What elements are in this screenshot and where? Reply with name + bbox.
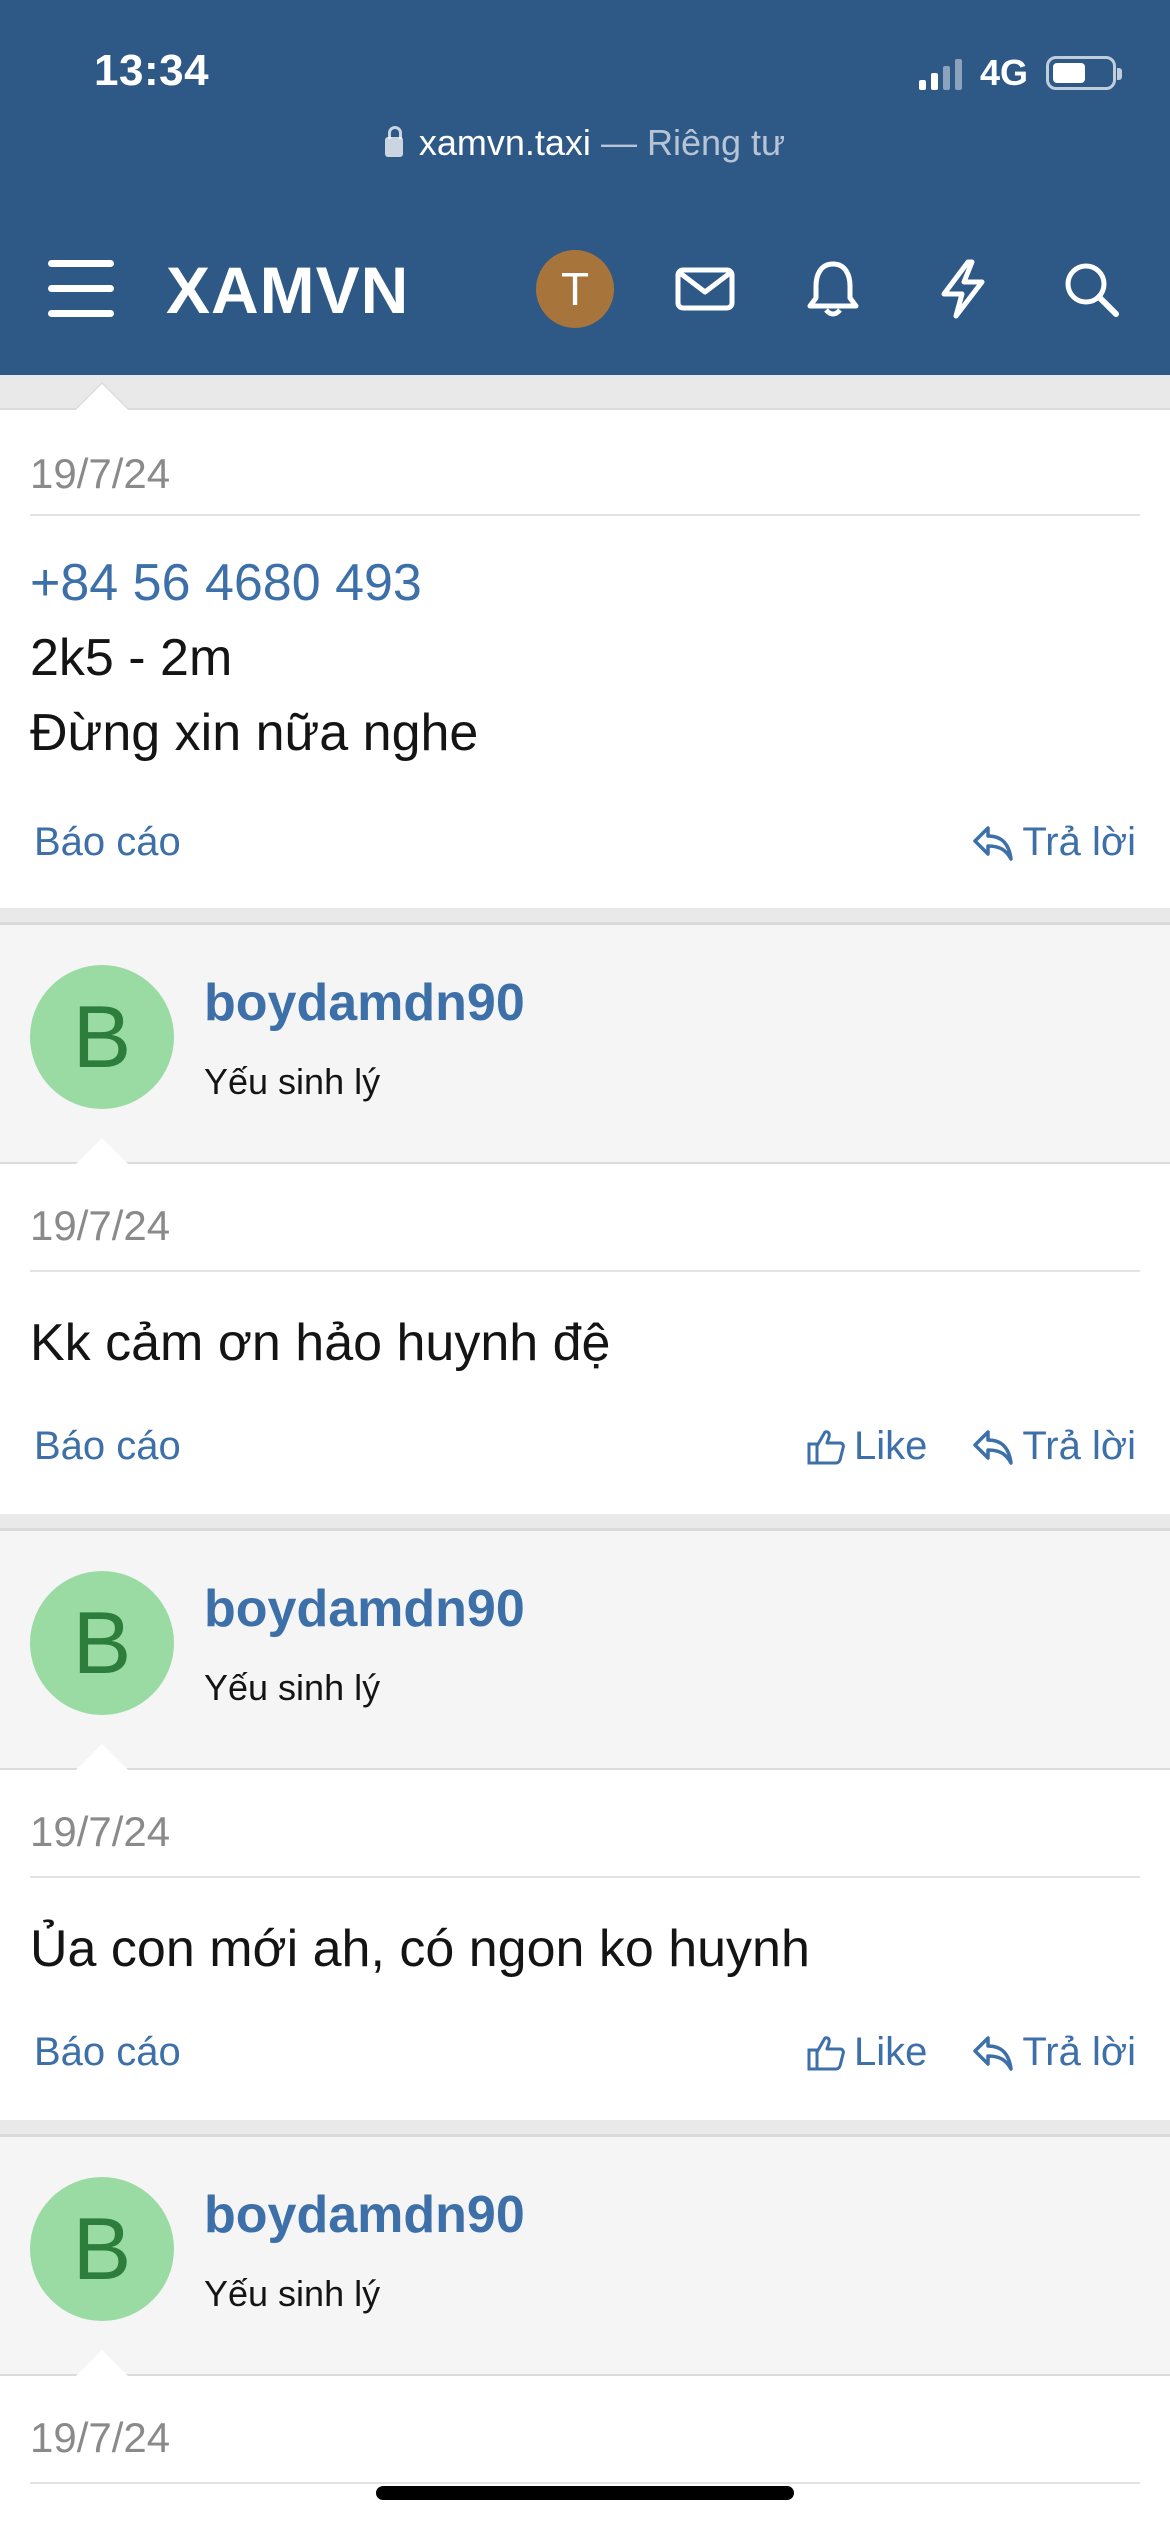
url-bar[interactable]: xamvn.taxi — Riêng tư [0,122,1170,164]
divider [30,2482,1140,2484]
report-label: Báo cáo [34,2030,181,2074]
username[interactable]: boydamdn90 [204,973,525,1033]
account-avatar[interactable]: T [536,250,614,328]
post-body: 19/7/24 Ủa con mới ah, có ngon ko huynh … [0,1742,1170,2120]
post-body: 19/7/24 Kk cảm ơn hảo huynh đệ Báo cáo L… [0,1136,1170,1514]
divider [30,514,1140,516]
url-privacy: Riêng tư [646,122,786,163]
like-label: Like [854,2030,928,2074]
mail-icon[interactable] [672,256,738,322]
post-body: 19/7/24 +84 56 4680 493 2k5 - 2m Đừng xi… [0,382,1170,908]
url-separator: — [590,122,647,163]
network-type: 4G [979,52,1028,93]
phone-link[interactable]: +84 56 4680 493 [30,546,422,621]
reply-label: Trả lời [1022,1424,1136,1468]
reply-button[interactable]: Trả lời [972,820,1136,865]
site-navbar: XAMVN T [0,230,1170,375]
post-text-line: Đừng xin nữa nghe [30,704,479,762]
signal-icon [918,56,962,90]
report-button[interactable]: Báo cáo [34,820,181,865]
divider [30,1270,1140,1272]
username[interactable]: boydamdn90 [204,2185,525,2245]
reply-icon [973,2035,1014,2071]
avatar[interactable]: B [30,965,174,1109]
post-text: Ủa con mới ah, có ngon ko huynh [30,1920,810,1978]
user-title: Yếu sinh lý [204,1061,381,1102]
bolt-icon[interactable] [930,256,996,322]
post-body: 19/7/24 [0,2348,1170,2532]
post-pointer [74,382,130,410]
report-button[interactable]: Báo cáo [34,2030,181,2075]
post-date[interactable]: 19/7/24 [30,1202,170,1250]
like-icon [807,2035,845,2070]
report-label: Báo cáo [34,1424,181,1468]
post-header: B boydamdn90 Yếu sinh lý [0,922,1170,1162]
like-icon [807,1429,845,1464]
status-indicators: 4G [918,52,1122,94]
avatar[interactable]: B [30,1571,174,1715]
user-title: Yếu sinh lý [204,1667,381,1708]
post-pointer [74,1136,130,1164]
user-title: Yếu sinh lý [204,2273,381,2314]
report-button[interactable]: Báo cáo [34,1424,181,1469]
post-header: B boydamdn90 Yếu sinh lý [0,2134,1170,2374]
url-host: xamvn.taxi [418,122,591,163]
reply-button[interactable]: Trả lời [972,1424,1136,1469]
post-pointer [74,2348,130,2376]
post-text: Kk cảm ơn hảo huynh đệ [30,1314,611,1372]
menu-icon[interactable] [48,260,114,320]
reply-label: Trả lời [1022,2030,1136,2074]
site-logo[interactable]: XAMVN [166,252,409,328]
bell-icon[interactable] [800,256,866,322]
post-text-line: 2k5 - 2m [30,629,233,687]
like-button[interactable]: Like [806,1424,927,1469]
username[interactable]: boydamdn90 [204,1579,525,1639]
reply-button[interactable]: Trả lời [972,2030,1136,2075]
lock-icon [384,126,403,157]
battery-icon [1046,56,1122,90]
like-label: Like [854,1424,928,1468]
post-date[interactable]: 19/7/24 [30,2414,170,2462]
avatar[interactable]: B [30,2177,174,2321]
home-indicator[interactable] [376,2486,794,2500]
search-icon[interactable] [1058,256,1124,322]
reply-icon [973,1429,1014,1465]
post-date[interactable]: 19/7/24 [30,1808,170,1856]
post-pointer [74,1742,130,1770]
post-header: B boydamdn90 Yếu sinh lý [0,1528,1170,1768]
like-button[interactable]: Like [806,2030,927,2075]
divider [30,1876,1140,1878]
post-date[interactable]: 19/7/24 [30,450,170,498]
report-label: Báo cáo [34,820,181,864]
reply-label: Trả lời [1022,820,1136,864]
top-bar: 13:34 4G xamvn.taxi — Riêng tư XAMVN T [0,0,1170,375]
reply-icon [973,825,1014,861]
status-time: 13:34 [94,46,210,95]
